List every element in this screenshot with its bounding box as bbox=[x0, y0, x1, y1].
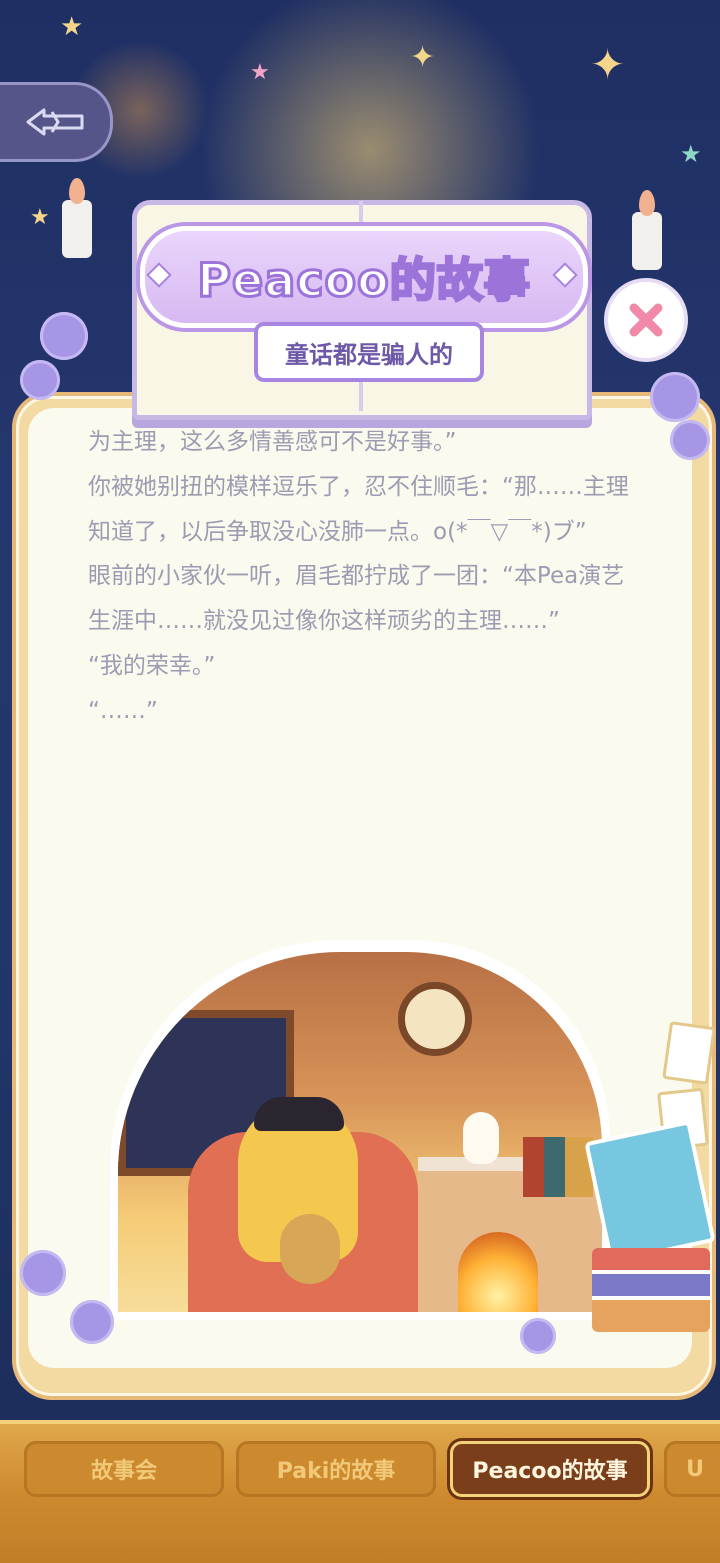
rose-decoration bbox=[670, 420, 710, 460]
rose-decoration bbox=[520, 1318, 556, 1354]
bunny-figurine-illustration bbox=[463, 1112, 499, 1164]
candle-flame bbox=[69, 178, 85, 204]
star-decoration: ✦ bbox=[410, 40, 436, 75]
rose-decoration bbox=[40, 312, 88, 360]
tab-paki-story[interactable]: Paki的故事 bbox=[236, 1441, 436, 1497]
star-decoration: ★ bbox=[250, 60, 270, 85]
story-line: “我的荣幸。” bbox=[88, 652, 216, 679]
story-line: 为主理，这么多情善感可不是好事。” bbox=[88, 429, 457, 455]
candle-decoration bbox=[632, 212, 662, 270]
close-button[interactable] bbox=[604, 278, 688, 362]
tab-story-club[interactable]: 故事会 bbox=[24, 1441, 224, 1497]
story-line: “……” bbox=[88, 697, 158, 724]
rose-decoration bbox=[20, 1250, 66, 1296]
chapter-subtitle: 童话都是骗人的 bbox=[254, 322, 484, 382]
rose-decoration bbox=[20, 360, 60, 400]
back-arrow-icon bbox=[26, 108, 84, 136]
story-text[interactable]: 为主理，这么多情善感可不是好事。” 你被她别扭的模样逗乐了，忍不住顺毛：“那……… bbox=[88, 420, 633, 734]
tarot-card-decoration bbox=[662, 1021, 716, 1085]
fire-illustration bbox=[458, 1232, 538, 1312]
page-title: Peacoo的故事 bbox=[196, 252, 531, 309]
star-decoration: ★ bbox=[680, 140, 702, 168]
story-line: 眼前的小家伙一听，眉毛都拧成了一团：“本Pea演艺生涯中……就没见过像你这样顽劣… bbox=[88, 563, 625, 635]
book-stack-decoration bbox=[592, 1248, 710, 1332]
tab-label: Peacoo的故事 bbox=[472, 1459, 628, 1484]
beret-illustration bbox=[254, 1097, 344, 1131]
star-decoration: ★ bbox=[60, 12, 84, 42]
back-button[interactable] bbox=[0, 82, 113, 162]
page-title-banner: Peacoo的故事 bbox=[140, 226, 588, 328]
star-decoration: ✦ bbox=[590, 40, 626, 89]
tab-label: 故事会 bbox=[90, 1459, 157, 1484]
close-icon bbox=[629, 303, 663, 337]
clock-illustration bbox=[398, 982, 472, 1056]
star-decoration: ★ bbox=[30, 205, 50, 230]
rose-decoration bbox=[70, 1300, 114, 1344]
tab-label: U bbox=[686, 1456, 704, 1482]
teddy-bear-illustration bbox=[280, 1214, 340, 1284]
tab-peacoo-story[interactable]: Peacoo的故事 bbox=[450, 1441, 650, 1497]
candle-flame bbox=[639, 190, 655, 216]
tab-label: Paki的故事 bbox=[276, 1459, 396, 1484]
candle-decoration bbox=[62, 200, 92, 258]
books-illustration bbox=[523, 1137, 593, 1197]
story-line: 你被她别扭的模样逗乐了，忍不住顺毛：“那……主理知道了，以后争取没心没肺一点。o… bbox=[88, 473, 629, 545]
rose-decoration bbox=[650, 372, 700, 422]
tab-next-partial[interactable]: U bbox=[664, 1441, 720, 1497]
